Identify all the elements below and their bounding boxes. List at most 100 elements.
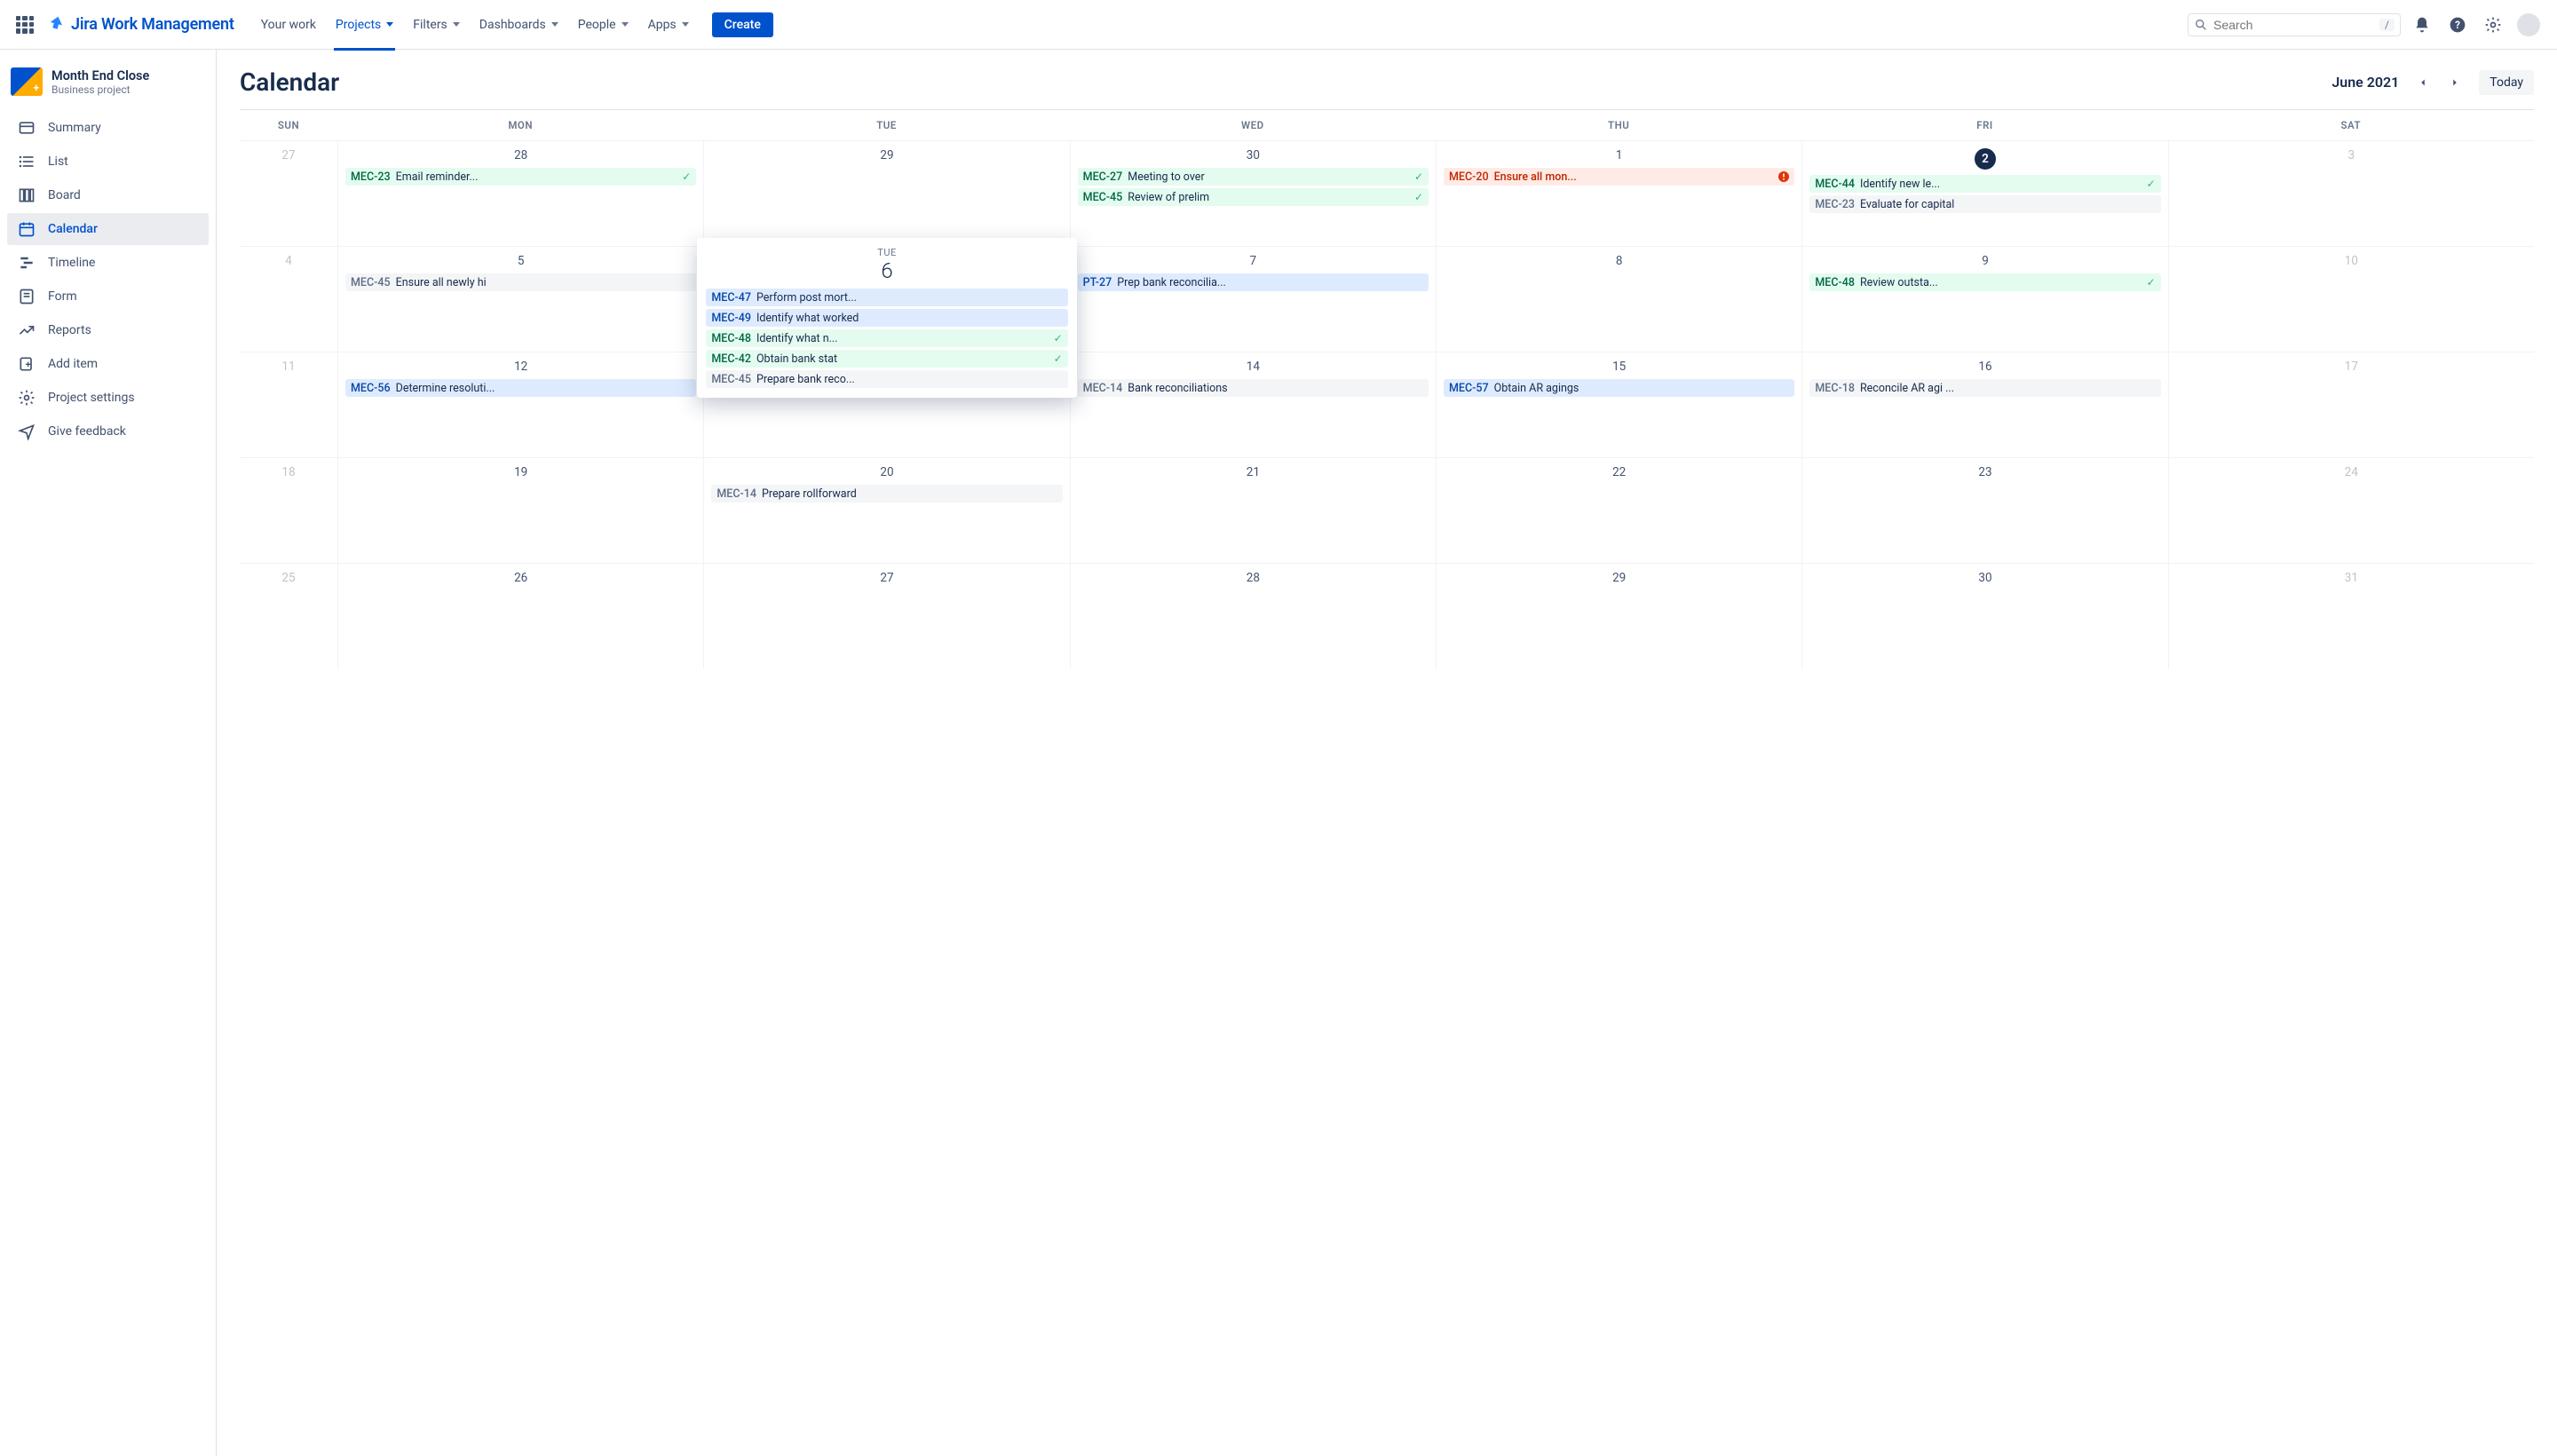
calendar-day[interactable]: 27 xyxy=(240,141,337,246)
search-box[interactable]: / xyxy=(2188,13,2401,36)
sidebar-item-form[interactable]: Form xyxy=(7,281,209,313)
primary-nav: Your workProjectsFiltersDashboardsPeople… xyxy=(252,11,698,39)
sidebar-item-label: Add item xyxy=(48,357,98,371)
nav-item-projects[interactable]: Projects xyxy=(327,11,402,39)
calendar-day[interactable]: 10 xyxy=(2168,247,2534,352)
sidebar-item-timeline[interactable]: Timeline xyxy=(7,247,209,279)
calendar-issue[interactable]: MEC-27Meeting to over✓ xyxy=(1078,168,1429,186)
calendar-issue[interactable]: MEC-48Review outsta...✓ xyxy=(1809,273,2160,291)
calendar-day[interactable]: 27 xyxy=(703,564,1069,669)
calendar-day[interactable]: 14MEC-14Bank reconciliations xyxy=(1070,352,1436,457)
next-month-button[interactable] xyxy=(2442,69,2468,96)
nav-item-dashboards[interactable]: Dashboards xyxy=(471,11,567,39)
nav-item-your-work[interactable]: Your work xyxy=(252,11,325,39)
calendar-issue[interactable]: MEC-47Perform post mort... xyxy=(706,289,1067,306)
sidebar-item-label: Give feedback xyxy=(48,424,126,439)
calendar-day[interactable]: 30MEC-27Meeting to over✓MEC-45Review of … xyxy=(1070,141,1436,246)
nav-item-apps[interactable]: Apps xyxy=(639,11,698,39)
check-icon: ✓ xyxy=(2147,178,2156,190)
today-button[interactable]: Today xyxy=(2479,70,2534,95)
sidebar-item-list[interactable]: List xyxy=(7,146,209,178)
calendar-day[interactable]: 1MEC-20Ensure all mon... xyxy=(1436,141,1801,246)
nav-item-filters[interactable]: Filters xyxy=(404,11,469,39)
calendar-issue[interactable]: MEC-45Review of prelim✓ xyxy=(1078,188,1429,206)
calendar-day[interactable]: 7PT-27Prep bank reconcilia... xyxy=(1070,247,1436,352)
settings-icon xyxy=(18,389,36,407)
calendar-day[interactable]: 12MEC-56Determine resoluti... xyxy=(337,352,703,457)
calendar-issue[interactable]: MEC-48Identify what n...✓ xyxy=(706,329,1067,347)
calendar-day[interactable]: 3 xyxy=(2168,141,2534,246)
nav-item-people[interactable]: People xyxy=(569,11,637,39)
calendar-issue[interactable]: MEC-14Bank reconciliations xyxy=(1078,379,1429,397)
settings-icon[interactable] xyxy=(2479,11,2507,39)
calendar-day[interactable]: 30 xyxy=(1801,564,2167,669)
top-nav: Jira Work Management Your workProjectsFi… xyxy=(0,0,2557,50)
calendar-issue[interactable]: MEC-45Ensure all newly hi xyxy=(345,273,696,291)
calendar-day[interactable]: 31 xyxy=(2168,564,2534,669)
sidebar-item-give-feedback[interactable]: Give feedback xyxy=(7,415,209,447)
calendar-day[interactable]: 6TUE6MEC-47Perform post mort...MEC-49Ide… xyxy=(703,247,1069,352)
calendar-day[interactable]: 11 xyxy=(240,352,337,457)
chevron-down-icon xyxy=(551,22,558,27)
calendar-issue[interactable]: MEC-23Evaluate for capital xyxy=(1809,195,2160,213)
sidebar-item-calendar[interactable]: Calendar xyxy=(7,213,209,245)
calendar-issue[interactable]: MEC-20Ensure all mon... xyxy=(1444,168,1794,186)
calendar-day[interactable]: 15MEC-57Obtain AR agings xyxy=(1436,352,1801,457)
calendar-day[interactable]: 24 xyxy=(2168,458,2534,563)
calendar-issue[interactable]: MEC-14Prepare rollforward xyxy=(711,485,1062,502)
calendar-day[interactable]: 17 xyxy=(2168,352,2534,457)
calendar-day[interactable]: 9MEC-48Review outsta...✓ xyxy=(1801,247,2167,352)
calendar-issue[interactable]: MEC-45Prepare bank reco... xyxy=(706,370,1067,388)
calendar-issue[interactable]: MEC-23Email reminder...✓ xyxy=(345,168,696,186)
check-icon: ✓ xyxy=(1054,332,1063,344)
project-header[interactable]: Month End Close Business project xyxy=(7,64,209,108)
sidebar-item-summary[interactable]: Summary xyxy=(7,112,209,144)
calendar-day[interactable]: 28 xyxy=(1070,564,1436,669)
create-button[interactable]: Create xyxy=(712,12,773,37)
board-icon xyxy=(18,186,36,204)
product-logo[interactable]: Jira Work Management xyxy=(46,15,234,35)
sidebar-item-project-settings[interactable]: Project settings xyxy=(7,382,209,414)
sidebar-item-reports[interactable]: Reports xyxy=(7,314,209,346)
project-sidebar: Month End Close Business project Summary… xyxy=(0,50,217,1456)
calendar-day[interactable]: 16MEC-18Reconcile AR agi ... xyxy=(1801,352,2167,457)
calendar-week: 45MEC-45Ensure all newly hi6TUE6MEC-47Pe… xyxy=(240,246,2534,352)
calendar-issue[interactable]: MEC-49Identify what worked xyxy=(706,309,1067,327)
app-switcher-icon[interactable] xyxy=(14,14,36,36)
help-icon[interactable]: ? xyxy=(2443,11,2472,39)
notifications-icon[interactable] xyxy=(2408,11,2436,39)
calendar-day[interactable]: 4 xyxy=(240,247,337,352)
prev-month-button[interactable] xyxy=(2410,69,2436,96)
chevron-down-icon xyxy=(386,22,393,27)
profile-avatar[interactable] xyxy=(2514,11,2543,39)
project-type: Business project xyxy=(51,83,149,96)
calendar-day[interactable]: 29 xyxy=(703,141,1069,246)
calendar-day[interactable]: 20MEC-14Prepare rollforward xyxy=(703,458,1069,563)
calendar-issue[interactable]: MEC-44Identify new le...✓ xyxy=(1809,175,2160,193)
weekday-header: SUNMONTUEWEDTHUFRISAT xyxy=(240,110,2534,140)
calendar-day[interactable]: 8 xyxy=(1436,247,1801,352)
calendar-day[interactable]: 2MEC-44Identify new le...✓MEC-23Evaluate… xyxy=(1801,141,2167,246)
sidebar-item-add-item[interactable]: Add item xyxy=(7,348,209,380)
calendar-issue[interactable]: MEC-18Reconcile AR agi ... xyxy=(1809,379,2160,397)
list-icon xyxy=(18,153,36,170)
calendar-day[interactable]: 5MEC-45Ensure all newly hi xyxy=(337,247,703,352)
calendar-week: 25262728293031 xyxy=(240,563,2534,669)
sidebar-item-board[interactable]: Board xyxy=(7,179,209,211)
calendar-issue[interactable]: MEC-42Obtain bank stat✓ xyxy=(706,350,1067,368)
calendar-day[interactable]: 19 xyxy=(337,458,703,563)
calendar-issue[interactable]: MEC-57Obtain AR agings xyxy=(1444,379,1794,397)
calendar-day[interactable]: 18 xyxy=(240,458,337,563)
calendar-day[interactable]: 21 xyxy=(1070,458,1436,563)
calendar-issue[interactable]: PT-27Prep bank reconcilia... xyxy=(1078,273,1429,291)
calendar-day[interactable]: 22 xyxy=(1436,458,1801,563)
search-input[interactable] xyxy=(2213,18,2374,32)
calendar-day[interactable]: 26 xyxy=(337,564,703,669)
calendar-icon xyxy=(18,220,36,238)
calendar-day[interactable]: 29 xyxy=(1436,564,1801,669)
calendar-day[interactable]: 23 xyxy=(1801,458,2167,563)
calendar-issue[interactable]: MEC-56Determine resoluti... xyxy=(345,379,696,397)
check-icon: ✓ xyxy=(1054,352,1063,365)
calendar-day[interactable]: 25 xyxy=(240,564,337,669)
calendar-day[interactable]: 28MEC-23Email reminder...✓ xyxy=(337,141,703,246)
